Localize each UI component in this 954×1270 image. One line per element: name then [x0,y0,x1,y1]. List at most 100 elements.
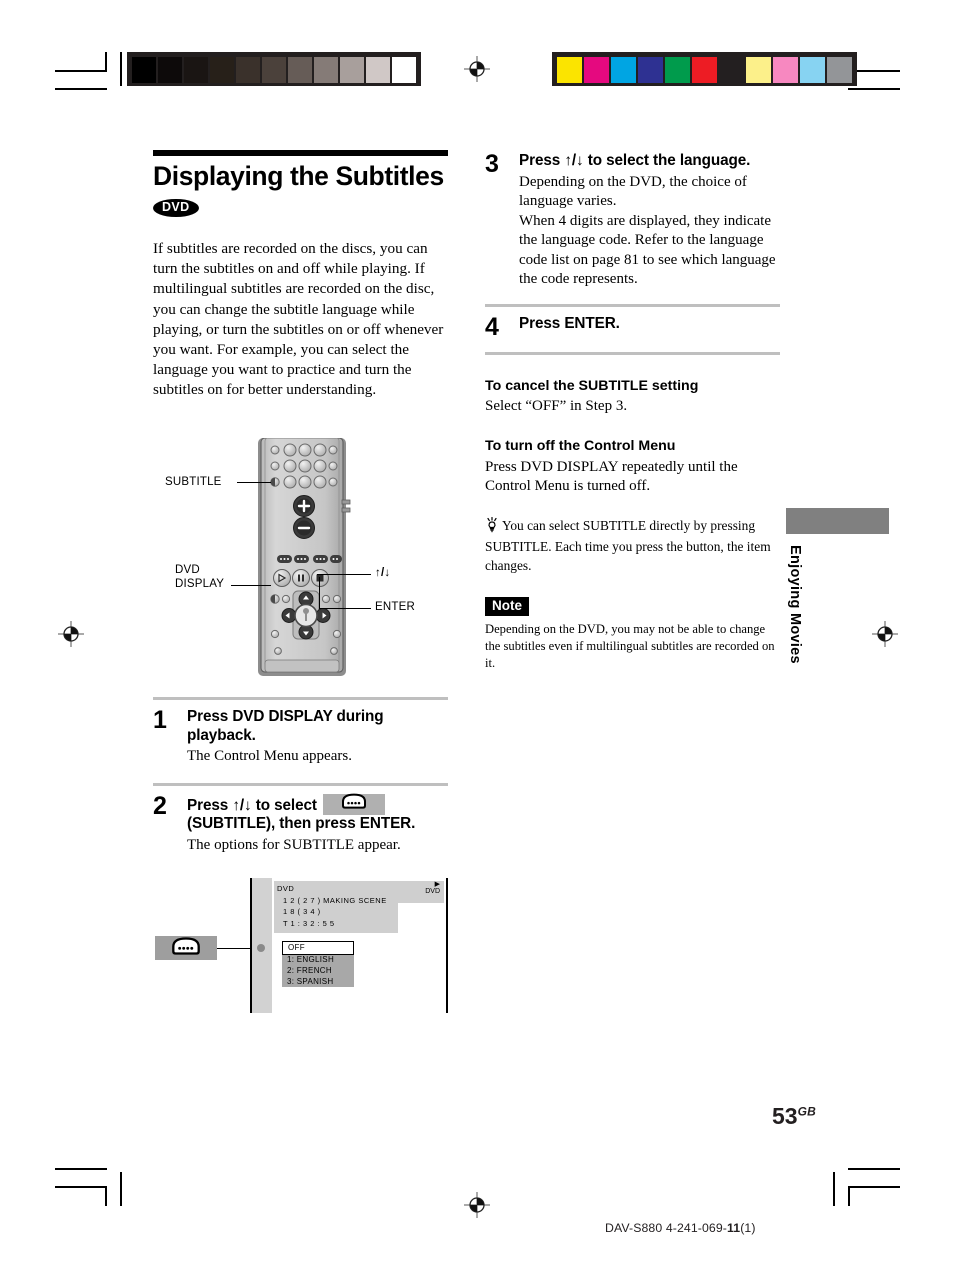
registration-mark-top [464,56,490,82]
color-swatch-10 [827,57,852,83]
page-number: 53GB [772,1103,816,1130]
onscreen-display-mockup: DVD 1 2 ( 2 7 ) MAKING SCENE 1 8 ( 3 4 )… [155,878,450,1013]
page-number-value: 53 [772,1103,798,1129]
tip-icon [485,517,499,538]
note-text: Depending on the DVD, you may not be abl… [485,621,775,671]
osd-disc-label: DVD [425,888,440,895]
cancel-section: To cancel the SUBTITLE setting Select “O… [485,377,780,417]
crop-mark-br-v1 [848,1186,850,1206]
color-swatch-9 [800,57,825,83]
color-swatch-8 [773,57,798,83]
osd-info-line-3: 1 8 ( 3 4 ) [283,907,321,917]
crop-mark-bl-h1 [55,1168,107,1170]
step-3-heading: Press ↑/↓ to select the language. [519,152,751,169]
step-4-number: 4 [485,312,499,341]
osd-cursor-dot [257,944,265,952]
tip-text: You can select SUBTITLE directly by pres… [485,518,771,573]
grayscale-swatch-6 [288,57,312,83]
color-swatch-5 [692,57,717,83]
note-section: Note Depending on the DVD, you may not b… [485,596,780,673]
callout-dvd-display-line2: DISPLAY [175,578,225,590]
registration-mark-right [872,621,898,647]
grayscale-swatch-7 [314,57,338,83]
color-swatch-4 [665,57,690,83]
step-1-number: 1 [153,706,167,734]
osd-screen: DVD 1 2 ( 2 7 ) MAKING SCENE 1 8 ( 3 4 )… [250,878,448,1013]
crop-mark-br-h1 [848,1168,900,1170]
grayscale-swatch-10 [392,57,416,83]
leader-subtitle [237,482,271,483]
step-2-number: 2 [153,791,167,820]
callout-enter: ENTER [375,601,415,613]
subtitle-icon [171,936,201,961]
osd-menu-selected[interactable]: OFF [282,941,354,955]
model-code-bold: 11 [726,1221,741,1235]
title-rule [153,150,448,156]
grayscale-swatch-1 [158,57,182,83]
callout-updown: ↑/↓ [375,567,391,579]
turnoff-text: Press DVD DISPLAY repeatedly until the C… [485,458,738,495]
model-code-suffix: (1) [740,1221,756,1235]
right-column: 3 Press ↑/↓ to select the language. Depe… [485,152,780,672]
color-swatch-1 [584,57,609,83]
cancel-heading: To cancel the SUBTITLE setting [485,377,699,394]
osd-disc-indicator: ▶ DVD [398,881,444,903]
manual-page: Displaying the Subtitles DVD If subtitle… [0,0,954,1270]
grayscale-swatch-9 [366,57,390,83]
color-swatch-2 [611,57,636,83]
registration-mark-left [58,621,84,647]
leader-enter-v [319,577,320,609]
osd-subtitle-menu: OFF 1: ENGLISH 2: FRENCH 3: SPANISH [282,941,354,988]
crop-mark-bl-v2 [120,1172,122,1206]
step-3-number: 3 [485,150,499,178]
step-2-description: The options for SUBTITLE appear. [187,837,401,854]
grayscale-swatch-4 [236,57,260,83]
crop-mark-tr-h1 [848,88,900,90]
crop-mark-br-v2 [833,1172,835,1206]
step-1-heading: Press DVD DISPLAY during playback. [187,708,384,744]
remote-control-illustration: SUBTITLE DVD DISPLAY ↑/↓ ENTER [153,437,453,688]
color-swatch-0 [557,57,582,83]
crop-mark-tl-h1 [55,88,107,90]
osd-subtitle-chip [155,936,217,960]
step-2: 2 Press ↑/↓ to select (SUBTITLE), then p… [153,767,448,856]
step-4: 4 Press ENTER. [485,290,780,355]
step-4-heading: Press ENTER. [519,314,620,332]
dvd-format-badge: DVD [153,198,199,217]
registration-mark-bottom [464,1192,490,1218]
osd-menu-option[interactable]: 3: SPANISH [282,976,354,988]
subtitle-icon-chip [323,793,386,815]
step-2-heading-part1: Press ↑/↓ to select [187,796,317,814]
crop-mark-tl-v1 [105,52,107,72]
crop-mark-bl-h2 [55,1186,107,1188]
osd-menu-option[interactable]: 1: ENGLISH [282,955,354,966]
callout-dvd-display-line1: DVD [175,564,200,576]
step-2-heading-part2: (SUBTITLE), then press ENTER. [187,815,416,833]
osd-menu-option[interactable]: 2: FRENCH [282,965,354,977]
step-2-heading: Press ↑/↓ to select (SUBTITLE), then pre… [187,793,448,834]
cancel-text: Select “OFF” in Step 3. [485,398,628,415]
step-1: 1 Press DVD DISPLAY during playback. The… [153,697,448,767]
section-thumb-label: Enjoying Movies [787,545,803,664]
intro-paragraph: If subtitles are recorded on the discs, … [153,239,444,399]
osd-info-panel: DVD 1 2 ( 2 7 ) MAKING SCENE 1 8 ( 3 4 )… [274,881,398,933]
leader-dvd-display [231,585,271,586]
crop-mark-tl-v2 [120,52,122,86]
crop-mark-bl-v1 [105,1186,107,1206]
osd-info-line-1: DVD [277,884,295,893]
turnoff-heading: To turn off the Control Menu [485,438,676,455]
osd-info-line-4: T 1 : 3 2 : 5 5 [283,918,335,928]
grayscale-swatch-3 [210,57,234,83]
color-swatch-6 [719,57,744,83]
grayscale-calibration-bar [127,52,421,86]
section-thumb-tab [786,508,889,534]
grayscale-swatch-0 [132,57,156,83]
tip-section: You can select SUBTITLE directly by pres… [485,517,780,574]
grayscale-swatch-5 [262,57,286,83]
turnoff-section: To turn off the Control Menu Press DVD D… [485,437,780,497]
leader-enter-h [319,608,371,609]
model-code-prefix: DAV-S880 4-241-069- [605,1221,727,1235]
grayscale-swatch-8 [340,57,364,83]
crop-mark-br-h2 [848,1186,900,1188]
callout-subtitle: SUBTITLE [165,476,222,488]
